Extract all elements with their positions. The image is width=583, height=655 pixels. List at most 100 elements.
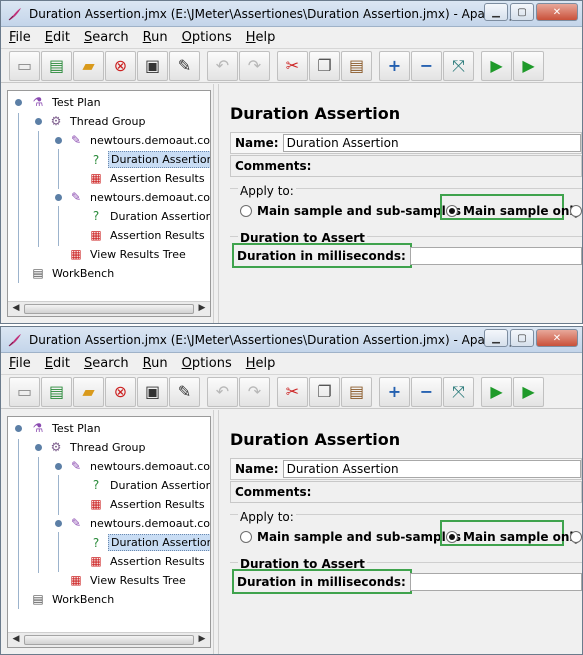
maximize-button[interactable]: ▢	[510, 329, 534, 347]
split-pane-divider[interactable]	[213, 84, 219, 323]
save-button[interactable]: ▣	[137, 50, 168, 81]
start-button[interactable]: ▶	[481, 50, 512, 81]
tree-item-sampler-1[interactable]: ✎ newtours.demoaut.com	[68, 458, 210, 474]
menu-help[interactable]: Help	[246, 356, 276, 371]
start-no-pause-button[interactable]: ▶	[513, 50, 544, 81]
tree-item-sampler-1[interactable]: ✎ newtours.demoaut.com	[68, 132, 210, 148]
menu-options[interactable]: Options	[182, 30, 232, 45]
tree-item-duration-assertion-1[interactable]: ? Duration Assertion	[88, 151, 210, 168]
radio-button-partial[interactable]	[570, 531, 582, 543]
start-button[interactable]: ▶	[481, 376, 512, 407]
maximize-button[interactable]: ▢	[510, 3, 534, 21]
radio-button-selected[interactable]	[446, 205, 458, 217]
radio-button-selected[interactable]	[446, 531, 458, 543]
tree-item-assertion-results-1[interactable]: ▦ Assertion Results	[88, 496, 207, 512]
scroll-right-icon[interactable]: ▶	[195, 303, 209, 315]
templates-button[interactable]: ▤	[41, 376, 72, 407]
comments-field[interactable]	[315, 157, 581, 175]
radio-button[interactable]	[240, 531, 252, 543]
scroll-thumb[interactable]	[24, 304, 194, 314]
close-button[interactable]: ⊗	[105, 50, 136, 81]
tree-horizontal-scrollbar[interactable]: ◀ ▶	[8, 301, 210, 316]
tree-item-view-results-tree[interactable]: ▦ View Results Tree	[68, 246, 188, 262]
split-pane-divider[interactable]	[213, 410, 219, 654]
tree-item-test-plan[interactable]: ⚗ Test Plan	[30, 94, 103, 110]
tree-item-workbench[interactable]: ▤ WorkBench	[30, 591, 116, 607]
tree-toggle[interactable]	[35, 444, 42, 451]
toggle-button[interactable]: ⤧	[443, 50, 474, 81]
radio-main-and-sub[interactable]: Main sample and sub-samples	[240, 204, 461, 218]
menu-file[interactable]: File	[9, 356, 31, 371]
tree-item-assertion-results-1[interactable]: ▦ Assertion Results	[88, 170, 207, 186]
duration-field-extension[interactable]	[412, 573, 582, 591]
close-window-button[interactable]: ✕	[536, 3, 578, 21]
name-field[interactable]: Duration Assertion	[282, 134, 581, 152]
menu-edit[interactable]: Edit	[45, 30, 70, 45]
close-button[interactable]: ⊗	[105, 376, 136, 407]
save-as-button[interactable]: ✎	[169, 50, 200, 81]
radio-button-partial[interactable]	[570, 205, 582, 217]
tree-item-assertion-results-2[interactable]: ▦ Assertion Results	[88, 227, 207, 243]
collapse-button[interactable]: −	[411, 376, 442, 407]
menu-options[interactable]: Options	[182, 356, 232, 371]
tree-item-duration-assertion-2[interactable]: ? Duration Assertion	[88, 208, 210, 224]
menu-file[interactable]: File	[9, 30, 31, 45]
tree-item-view-results-tree[interactable]: ▦ View Results Tree	[68, 572, 188, 588]
menu-search[interactable]: Search	[84, 356, 129, 371]
tree-item-test-plan[interactable]: ⚗ Test Plan	[30, 420, 103, 436]
close-window-button[interactable]: ✕	[536, 329, 578, 347]
tree-horizontal-scrollbar[interactable]: ◀ ▶	[8, 632, 210, 647]
undo-button[interactable]: ↶	[207, 376, 238, 407]
collapse-button[interactable]: −	[411, 50, 442, 81]
radio-main-only[interactable]: Main sample only	[446, 530, 581, 544]
tree-toggle[interactable]	[15, 425, 22, 432]
tree-item-workbench[interactable]: ▤ WorkBench	[30, 265, 116, 281]
tree-item-assertion-results-2[interactable]: ▦ Assertion Results	[88, 553, 207, 569]
redo-button[interactable]: ↷	[239, 50, 270, 81]
tree-toggle[interactable]	[55, 194, 62, 201]
paste-button[interactable]: ▤	[341, 50, 372, 81]
tree-item-thread-group[interactable]: ⚙ Thread Group	[48, 113, 147, 129]
tree-toggle[interactable]	[15, 99, 22, 106]
menu-run[interactable]: Run	[143, 356, 168, 371]
tree-item-duration-assertion-2[interactable]: ? Duration Assertion	[88, 534, 210, 551]
tree-item-sampler-2[interactable]: ✎ newtours.demoaut.com	[68, 189, 210, 205]
cut-button[interactable]: ✂	[277, 376, 308, 407]
minimize-button[interactable]: ▁	[484, 329, 508, 347]
menu-edit[interactable]: Edit	[45, 356, 70, 371]
tree-item-duration-assertion-1[interactable]: ? Duration Assertion	[88, 477, 210, 493]
expand-button[interactable]: +	[379, 376, 410, 407]
expand-button[interactable]: +	[379, 50, 410, 81]
radio-main-only[interactable]: Main sample only	[446, 204, 581, 218]
open-button[interactable]: ▰	[73, 376, 104, 407]
tree-item-sampler-2[interactable]: ✎ newtours.demoaut.com	[68, 515, 210, 531]
tree-toggle[interactable]	[55, 520, 62, 527]
menu-run[interactable]: Run	[143, 30, 168, 45]
templates-button[interactable]: ▤	[41, 50, 72, 81]
open-button[interactable]: ▰	[73, 50, 104, 81]
scroll-left-icon[interactable]: ◀	[9, 634, 23, 646]
tree-toggle[interactable]	[35, 118, 42, 125]
tree-toggle[interactable]	[55, 463, 62, 470]
toggle-button[interactable]: ⤧	[443, 376, 474, 407]
start-no-pause-button[interactable]: ▶	[513, 376, 544, 407]
redo-button[interactable]: ↷	[239, 376, 270, 407]
save-button[interactable]: ▣	[137, 376, 168, 407]
cut-button[interactable]: ✂	[277, 50, 308, 81]
undo-button[interactable]: ↶	[207, 50, 238, 81]
duration-field-extension[interactable]	[412, 247, 582, 265]
tree-item-thread-group[interactable]: ⚙ Thread Group	[48, 439, 147, 455]
menu-search[interactable]: Search	[84, 30, 129, 45]
save-as-button[interactable]: ✎	[169, 376, 200, 407]
comments-field[interactable]	[315, 483, 581, 501]
copy-button[interactable]: ❐	[309, 376, 340, 407]
new-button[interactable]: ▭	[9, 50, 40, 81]
scroll-thumb[interactable]	[24, 635, 194, 645]
new-button[interactable]: ▭	[9, 376, 40, 407]
radio-button[interactable]	[240, 205, 252, 217]
scroll-right-icon[interactable]: ▶	[195, 634, 209, 646]
tree-toggle[interactable]	[55, 137, 62, 144]
name-field[interactable]: Duration Assertion	[282, 460, 581, 478]
menu-help[interactable]: Help	[246, 30, 276, 45]
radio-main-and-sub[interactable]: Main sample and sub-samples	[240, 530, 461, 544]
